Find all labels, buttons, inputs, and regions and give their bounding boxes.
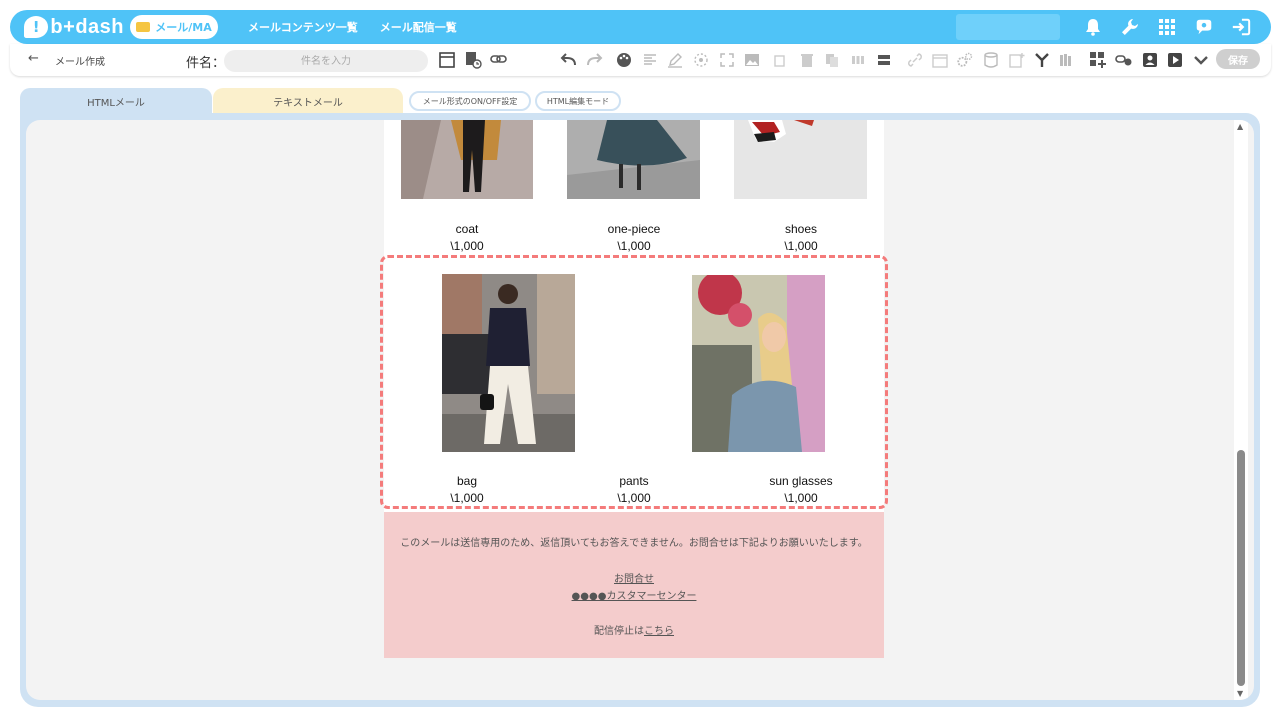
product-name-one-piece: one-piece [607, 222, 661, 236]
save-button[interactable]: 保存 [1216, 49, 1260, 69]
schedule-doc-icon[interactable] [464, 51, 482, 69]
subject-label: 件名： [186, 56, 226, 71]
vertical-scrollbar[interactable]: ▲ ▼ [1234, 120, 1248, 700]
email-footer: このメールは送信専用のため、返信頂いてもお答えできません。お問合せは下記よりお願… [384, 512, 884, 658]
link-tracking-icon[interactable] [1115, 51, 1133, 69]
image-icon[interactable] [743, 51, 761, 69]
product-name-coat: coat [455, 222, 479, 236]
product-price-coat: \1,000 [450, 239, 484, 253]
product-grid: coat \1,000 one-piece \1,000 shoes \1,00… [380, 120, 888, 512]
add-block-icon[interactable] [1089, 51, 1107, 69]
copy-block-icon[interactable] [772, 51, 790, 69]
play-icon[interactable] [1166, 51, 1184, 69]
product-name-shoes: shoes [784, 222, 818, 236]
link-icon[interactable] [906, 51, 924, 69]
duplicate-icon[interactable] [823, 51, 841, 69]
page-title: メール作成 [55, 57, 105, 68]
undo-icon[interactable] [560, 51, 578, 69]
wrench-icon[interactable] [1120, 17, 1140, 37]
scroll-down-arrow-icon[interactable]: ▼ [1237, 689, 1243, 698]
preview-window-icon[interactable] [438, 51, 456, 69]
pen-icon[interactable] [666, 51, 684, 69]
editor-frame: coat \1,000 one-piece \1,000 shoes \1,00… [20, 113, 1260, 707]
tab-html-mail[interactable]: HTMLメール [20, 88, 212, 114]
mail-format-onoff-button[interactable]: メール形式のON/OFF設定 [409, 91, 531, 111]
logout-icon[interactable] [1231, 17, 1251, 37]
logo-text: b+dash [50, 15, 124, 38]
selected-block-outline[interactable] [380, 255, 888, 509]
unsubscribe-text: 配信停止は [594, 626, 644, 637]
redo-icon[interactable] [585, 51, 603, 69]
trash-icon[interactable] [798, 51, 816, 69]
add-note-icon[interactable] [1008, 51, 1026, 69]
unsubscribe-link[interactable]: こちら [644, 626, 674, 637]
scroll-thumb[interactable] [1237, 450, 1245, 686]
email-preview: coat \1,000 one-piece \1,000 shoes \1,00… [380, 120, 888, 658]
account-info-redacted [956, 14, 1060, 40]
chevron-down-icon[interactable] [1192, 51, 1210, 69]
product-price-shoes: \1,000 [784, 239, 818, 253]
html-edit-mode-button[interactable]: HTML編集モード [535, 91, 621, 111]
product-image-coat[interactable] [401, 120, 533, 199]
tab-text-mail[interactable]: テキストメール [213, 88, 403, 114]
folder-icon [136, 22, 151, 32]
palette-icon[interactable] [615, 51, 633, 69]
footer-notice: このメールは送信専用のため、返信頂いてもお答えできません。お問合せは下記よりお願… [400, 538, 868, 549]
contact-card-icon[interactable] [1141, 51, 1159, 69]
customer-center-link[interactable]: ●●●●カスタマーセンター [572, 591, 697, 602]
scroll-up-arrow-icon[interactable]: ▲ [1237, 122, 1243, 131]
app-grid-icon[interactable] [1157, 17, 1177, 37]
nav-mail-content-list[interactable]: メールコンテンツ一覧 [248, 19, 358, 35]
branch-icon[interactable] [1033, 51, 1051, 69]
fullscreen-icon[interactable] [718, 51, 736, 69]
target-icon[interactable] [692, 51, 710, 69]
email-canvas: coat \1,000 one-piece \1,000 shoes \1,00… [26, 120, 1254, 700]
product-price-one-piece: \1,000 [617, 239, 651, 253]
columns-icon[interactable] [849, 51, 867, 69]
bell-icon[interactable] [1083, 17, 1103, 37]
text-align-icon[interactable] [641, 51, 659, 69]
bookshelf-icon[interactable] [1059, 51, 1077, 69]
product-image-one-piece[interactable] [567, 120, 700, 199]
contact-link[interactable]: お問合せ [614, 574, 654, 585]
product-image-shoes[interactable] [734, 120, 867, 199]
logo-mark-icon: ! [24, 16, 49, 38]
rows-icon[interactable] [875, 51, 893, 69]
back-arrow-icon[interactable]: ← [28, 51, 39, 66]
top-nav-bar: ! b+dash メール/MA メールコンテンツ一覧 メール配信一覧 [10, 10, 1271, 44]
support-chat-icon[interactable] [1194, 17, 1214, 37]
nav-mail-delivery-list[interactable]: メール配信一覧 [380, 19, 457, 35]
gears-icon[interactable] [956, 51, 974, 69]
subject-input[interactable] [224, 50, 428, 72]
bdash-logo[interactable]: ! b+dash [24, 16, 124, 39]
link-settings-icon[interactable] [490, 51, 508, 69]
calendar-icon[interactable] [931, 51, 949, 69]
database-icon[interactable] [982, 51, 1000, 69]
mode-switch-button[interactable]: メール/MA [130, 15, 218, 39]
editor-toolbar: ← メール作成 件名： 件名を入力 保存 [10, 44, 1271, 76]
mode-label: メール/MA [155, 21, 212, 34]
